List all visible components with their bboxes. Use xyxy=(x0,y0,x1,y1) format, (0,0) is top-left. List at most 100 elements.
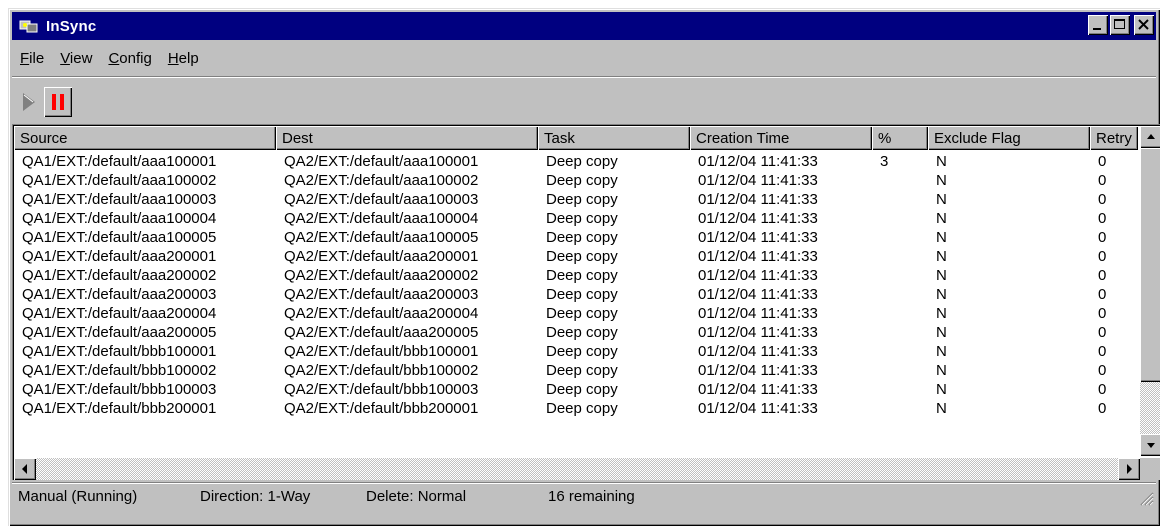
menu-bar: File View Config Help xyxy=(12,46,207,70)
cell-retry: 0 xyxy=(1098,286,1107,303)
cell-exclude-flag: N xyxy=(936,286,947,303)
resize-grip-icon[interactable] xyxy=(1138,490,1154,506)
column-header-dest[interactable]: Dest xyxy=(276,126,538,150)
cell-dest: QA2/EXT:/default/aaa100002 xyxy=(284,172,479,189)
scroll-left-button[interactable] xyxy=(14,458,36,480)
cell-dest: QA2/EXT:/default/aaa100001 xyxy=(284,153,479,170)
cell-creation-time: 01/12/04 11:41:33 xyxy=(698,153,818,170)
cell-percent xyxy=(872,323,928,342)
cell-retry: 0 xyxy=(1098,191,1107,208)
cell-task: Deep copy xyxy=(546,229,618,246)
list-header: Source Dest Task Creation Time % Exclude… xyxy=(14,126,1138,150)
cell-exclude-flag: N xyxy=(936,381,947,398)
cell-task: Deep copy xyxy=(546,362,618,379)
table-row[interactable]: QA1/EXT:/default/aaa200003 QA2/EXT:/defau… xyxy=(14,285,1138,304)
table-row[interactable]: QA1/EXT:/default/aaa100003 QA2/EXT:/defau… xyxy=(14,190,1138,209)
cell-task: Deep copy xyxy=(546,286,618,303)
arrow-left-icon xyxy=(22,464,27,474)
scroll-right-button[interactable] xyxy=(1118,458,1140,480)
vertical-scrollbar[interactable] xyxy=(1140,126,1160,456)
cell-exclude-flag: N xyxy=(936,267,947,284)
cell-dest: QA2/EXT:/default/bbb100002 xyxy=(284,362,479,379)
cell-source: QA1/EXT:/default/aaa100001 xyxy=(22,153,217,170)
table-row[interactable]: QA1/EXT:/default/aaa100005 QA2/EXT:/defau… xyxy=(14,228,1138,247)
minimize-button[interactable] xyxy=(1088,15,1108,35)
cell-percent xyxy=(872,399,928,418)
cell-task: Deep copy xyxy=(546,400,618,417)
maximize-icon xyxy=(1114,19,1125,29)
cell-percent xyxy=(872,285,928,304)
cell-retry: 0 xyxy=(1098,400,1107,417)
cell-task: Deep copy xyxy=(546,153,618,170)
status-remaining: 16 remaining xyxy=(548,487,635,505)
vertical-scroll-thumb[interactable] xyxy=(1140,148,1160,382)
maximize-button[interactable] xyxy=(1110,15,1130,35)
cell-dest: QA2/EXT:/default/bbb100001 xyxy=(284,343,479,360)
cell-source: QA1/EXT:/default/aaa200004 xyxy=(22,305,217,322)
column-header-task[interactable]: Task xyxy=(538,126,690,150)
menu-config[interactable]: Config xyxy=(100,50,159,67)
horizontal-scrollbar[interactable] xyxy=(14,458,1140,480)
cell-retry: 0 xyxy=(1098,248,1107,265)
cell-exclude-flag: N xyxy=(936,362,947,379)
table-row[interactable]: QA1/EXT:/default/aaa200001 QA2/EXT:/defau… xyxy=(14,247,1138,266)
menu-file[interactable]: File xyxy=(12,50,52,67)
table-row[interactable]: QA1/EXT:/default/bbb100001 QA2/EXT:/defau… xyxy=(14,342,1138,361)
column-header-source[interactable]: Source xyxy=(14,126,276,150)
cell-task: Deep copy xyxy=(546,267,618,284)
column-header-percent[interactable]: % xyxy=(872,126,928,150)
cell-retry: 0 xyxy=(1098,267,1107,284)
title-bar[interactable]: InSync xyxy=(12,12,1156,40)
cell-source: QA1/EXT:/default/bbb200001 xyxy=(22,400,217,417)
cell-source: QA1/EXT:/default/aaa200005 xyxy=(22,324,217,341)
table-row[interactable]: QA1/EXT:/default/aaa200005 QA2/EXT:/defau… xyxy=(14,323,1138,342)
scroll-down-button[interactable] xyxy=(1140,434,1160,456)
table-row[interactable]: QA1/EXT:/default/bbb100002 QA2/EXT:/defau… xyxy=(14,361,1138,380)
cell-percent xyxy=(872,209,928,228)
cell-source: QA1/EXT:/default/aaa100003 xyxy=(22,191,217,208)
table-row[interactable]: QA1/EXT:/default/aaa200002 QA2/EXT:/defau… xyxy=(14,266,1138,285)
arrow-down-icon xyxy=(1147,443,1155,448)
table-row[interactable]: QA1/EXT:/default/aaa100001 QA2/EXT:/defau… xyxy=(14,152,1138,171)
cell-retry: 0 xyxy=(1098,229,1107,246)
table-row[interactable]: QA1/EXT:/default/bbb200001 QA2/EXT:/defau… xyxy=(14,399,1138,418)
status-bar: Manual (Running) Direction: 1-Way Delete… xyxy=(12,484,1156,508)
cell-exclude-flag: N xyxy=(936,210,947,227)
cell-exclude-flag: N xyxy=(936,343,947,360)
cell-retry: 0 xyxy=(1098,362,1107,379)
menu-view[interactable]: View xyxy=(52,50,100,67)
cell-task: Deep copy xyxy=(546,305,618,322)
cell-creation-time: 01/12/04 11:41:33 xyxy=(698,267,818,284)
task-list[interactable]: Source Dest Task Creation Time % Exclude… xyxy=(12,124,1160,480)
cell-creation-time: 01/12/04 11:41:33 xyxy=(698,229,818,246)
play-icon xyxy=(23,93,35,111)
scroll-up-button[interactable] xyxy=(1140,126,1160,148)
table-row[interactable]: QA1/EXT:/default/aaa100002 QA2/EXT:/defau… xyxy=(14,171,1138,190)
table-row[interactable]: QA1/EXT:/default/bbb100003 QA2/EXT:/defau… xyxy=(14,380,1138,399)
cell-creation-time: 01/12/04 11:41:33 xyxy=(698,400,818,417)
cell-retry: 0 xyxy=(1098,343,1107,360)
cell-exclude-flag: N xyxy=(936,324,947,341)
toolbar xyxy=(12,82,72,122)
cell-dest: QA2/EXT:/default/aaa200002 xyxy=(284,267,479,284)
table-row[interactable]: QA1/EXT:/default/aaa100004 QA2/EXT:/defau… xyxy=(14,209,1138,228)
cell-retry: 0 xyxy=(1098,153,1107,170)
cell-creation-time: 01/12/04 11:41:33 xyxy=(698,210,818,227)
column-header-exclude-flag[interactable]: Exclude Flag xyxy=(928,126,1090,150)
cell-percent xyxy=(872,304,928,323)
cell-dest: QA2/EXT:/default/aaa200001 xyxy=(284,248,479,265)
pause-button[interactable] xyxy=(44,87,72,117)
play-button[interactable] xyxy=(14,87,42,117)
vertical-scroll-track[interactable] xyxy=(1140,382,1160,434)
cell-dest: QA2/EXT:/default/aaa100004 xyxy=(284,210,479,227)
cell-task: Deep copy xyxy=(546,324,618,341)
column-header-retry[interactable]: Retry xyxy=(1090,126,1138,150)
column-header-creation-time[interactable]: Creation Time xyxy=(690,126,872,150)
table-row[interactable]: QA1/EXT:/default/aaa200004 QA2/EXT:/defau… xyxy=(14,304,1138,323)
cell-percent xyxy=(872,342,928,361)
cell-task: Deep copy xyxy=(546,381,618,398)
cell-dest: QA2/EXT:/default/bbb200001 xyxy=(284,400,479,417)
close-button[interactable] xyxy=(1134,15,1154,35)
cell-retry: 0 xyxy=(1098,172,1107,189)
menu-help[interactable]: Help xyxy=(160,50,207,67)
